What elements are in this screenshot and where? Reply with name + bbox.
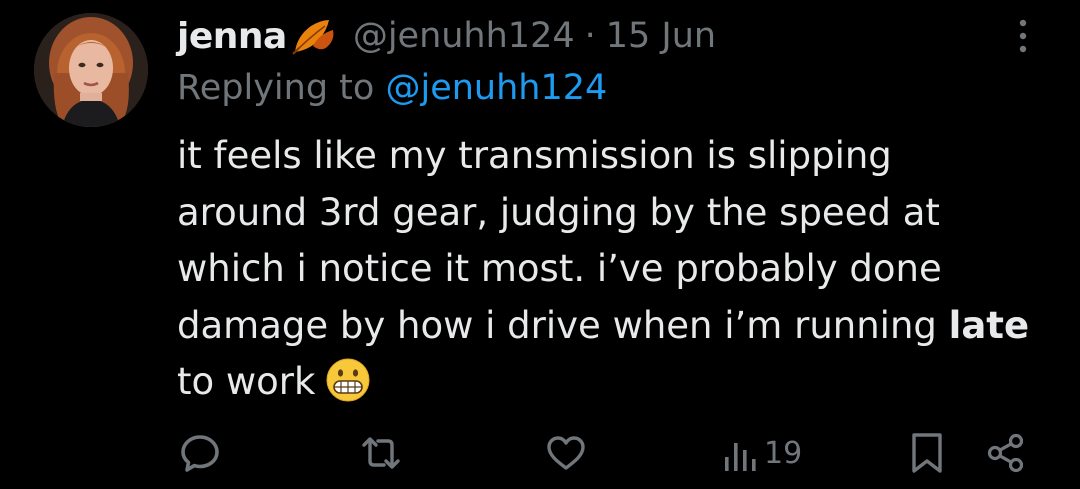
bold-word: late — [948, 303, 1030, 347]
reply-icon — [178, 431, 222, 475]
retweet-icon — [356, 431, 406, 475]
tweet-text-line: around 3rd gear, judging by the speed at — [177, 190, 940, 234]
tweet-text: it feels like my transmission is slippin… — [177, 128, 1057, 411]
like-icon — [544, 431, 588, 475]
tweet-text-line: damage by how i drive when i’m running l… — [177, 298, 1057, 355]
avatar[interactable] — [34, 13, 148, 127]
leaf-emoji-icon — [291, 16, 337, 56]
tweet-text-line: it feels like my transmission is slippin… — [177, 134, 892, 177]
tweet-header: jenna @jenuhh124 · 15 Jun — [177, 10, 716, 62]
grimacing-face-emoji — [325, 357, 371, 403]
views-count: 19 — [764, 435, 803, 471]
tweet-text-segment: to work — [177, 360, 316, 403]
retweet-button[interactable] — [356, 428, 406, 478]
replying-to-handle-link[interactable]: @jenuhh124 — [385, 68, 607, 108]
more-icon[interactable] — [1004, 14, 1042, 58]
separator-dot: · — [584, 16, 596, 56]
bookmark-icon — [908, 431, 946, 475]
tweet-text-segment: damage by how i drive when i’m running — [177, 303, 949, 347]
tweet[interactable]: jenna @jenuhh124 · 15 Jun Replying to @j… — [0, 0, 1080, 489]
reply-button[interactable] — [178, 428, 222, 478]
user-handle[interactable]: @jenuhh124 — [353, 16, 575, 56]
bookmark-button[interactable] — [908, 428, 946, 478]
views-button[interactable]: 19 — [722, 428, 802, 478]
action-bar: 19 — [0, 428, 1080, 478]
display-name[interactable]: jenna — [177, 16, 287, 57]
like-button[interactable] — [544, 428, 588, 478]
replying-to: Replying to @jenuhh124 — [177, 68, 607, 108]
tweet-text-line: which i notice it most. i’ve probably do… — [177, 247, 942, 290]
replying-to-label: Replying to — [177, 68, 375, 108]
share-button[interactable] — [984, 428, 1028, 478]
tweet-text-line: to work — [177, 354, 1057, 411]
views-icon — [722, 431, 758, 475]
share-icon — [984, 431, 1028, 475]
tweet-date[interactable]: 15 Jun — [606, 16, 716, 56]
